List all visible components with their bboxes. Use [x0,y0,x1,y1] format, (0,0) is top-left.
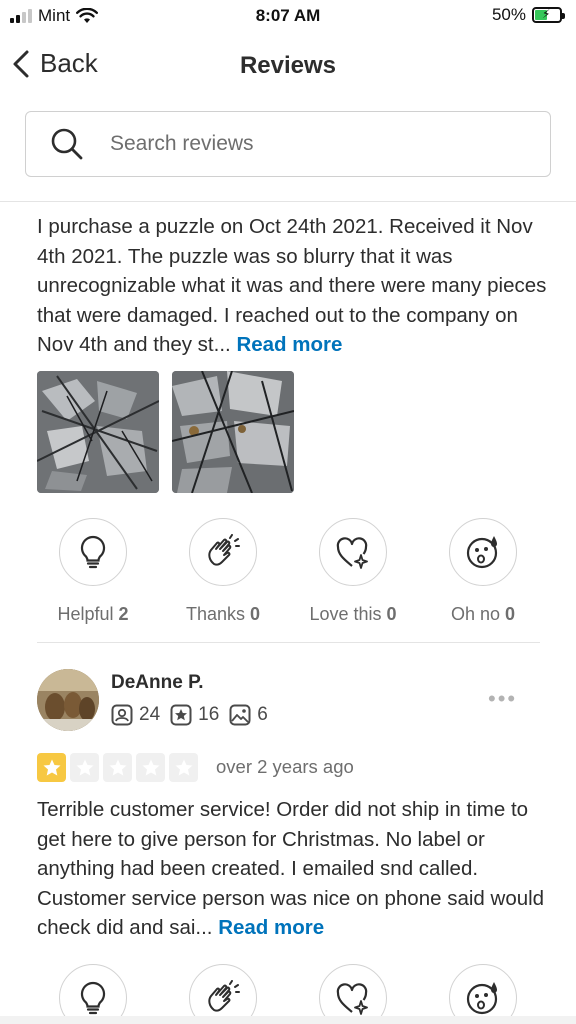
battery-percent: 50% [491,5,526,24]
star-empty-icon [103,753,132,782]
header-divider [0,201,576,202]
friends-icon [111,704,133,726]
helpful-button[interactable]: Helpful 2 [28,518,158,625]
reaction-circle [59,964,127,1024]
review-text: Terrible customer service! Order did not… [37,795,547,943]
thanks-button[interactable]: Thanks 0 [158,518,288,625]
page-title: Reviews [239,52,337,79]
status-bar: Mint 8:07 AM 50% ⚡ [0,0,576,34]
review-photo[interactable] [172,371,294,493]
photo-icon [229,704,251,726]
reviewer-stats: 24 16 6 [111,704,272,726]
reviews-count: 16 [198,704,220,725]
search-placeholder: Search reviews [110,132,254,155]
review-text: I purchase a puzzle on Oct 24th 2021. Re… [37,212,547,360]
bottom-edge [0,1016,576,1024]
avatar[interactable] [37,669,99,731]
battery-charging-icon: ⚡ [532,7,565,23]
reaction-circle [449,518,517,586]
reaction-circle [189,518,257,586]
thanks-count: 0 [250,604,261,624]
heart-sparkle-icon [336,537,368,569]
status-time: 8:07 AM [255,6,321,25]
oh-no-count: 0 [505,604,516,624]
star-filled-icon [37,753,66,782]
photos-count: 6 [257,704,268,725]
heart-sparkle-icon [336,983,368,1015]
friends-stat: 24 [111,704,160,726]
reviews-stat: 16 [170,704,219,726]
star-empty-icon [136,753,165,782]
oh-no-label: Oh no [450,604,500,624]
helpful-label: Helpful [57,604,114,624]
star-badge-icon [170,704,192,726]
charging-bolt-icon: ⚡ [542,7,551,21]
shocked-face-icon [466,982,498,1015]
clapping-hands-icon [208,534,240,566]
thanks-label: Thanks [185,604,245,624]
clapping-hands-icon [208,980,240,1012]
read-more-link[interactable]: Read more [218,916,324,939]
helpful-count: 2 [118,604,129,624]
search-input[interactable]: Search reviews [25,111,551,177]
review-divider [37,642,540,643]
love-this-button[interactable]: Love this 0 [288,518,418,625]
reaction-circle [319,964,387,1024]
friends-count: 24 [139,704,161,725]
lightbulb-icon [80,981,106,1015]
read-more-link[interactable]: Read more [236,333,342,356]
review-date: over 2 years ago [216,756,354,777]
more-options-button[interactable]: ••• [488,686,517,712]
star-empty-icon [70,753,99,782]
reaction-circle [189,964,257,1024]
reaction-circle [59,518,127,586]
nav-bar: Back Reviews [0,40,576,90]
review-photos [37,371,294,493]
reaction-circle [449,964,517,1024]
reviewer-name[interactable]: DeAnne P. [111,672,204,694]
oh-no-button[interactable] [418,964,548,1024]
review-photo[interactable] [37,371,159,493]
thanks-button[interactable] [158,964,288,1024]
oh-no-button[interactable]: Oh no 0 [418,518,548,625]
star-empty-icon [169,753,198,782]
reaction-circle [319,518,387,586]
helpful-button[interactable] [28,964,158,1024]
shocked-face-icon [466,536,498,569]
love-this-label: Love this [309,604,382,624]
lightbulb-icon [80,535,106,569]
love-this-button[interactable] [288,964,418,1024]
search-icon [51,128,83,160]
battery-cap [562,13,565,19]
photos-stat: 6 [229,704,268,726]
love-this-count: 0 [386,604,397,624]
status-right: 50% ⚡ [491,5,565,25]
star-rating [37,753,198,782]
